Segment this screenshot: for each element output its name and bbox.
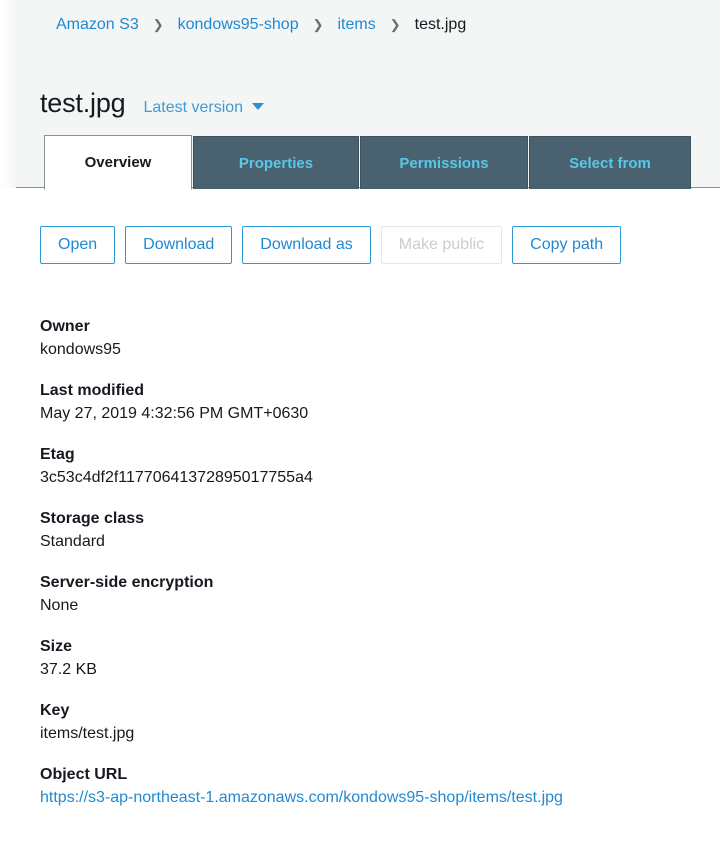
breadcrumb-separator-icon: ❯ — [312, 17, 324, 32]
breadcrumb-item-current: test.jpg — [414, 16, 467, 33]
breadcrumb-separator-icon: ❯ — [389, 17, 401, 32]
field-last-modified-value: May 27, 2019 4:32:56 PM GMT+0630 — [40, 405, 309, 422]
field-size-label: Size — [40, 638, 73, 655]
chevron-down-icon — [252, 102, 265, 110]
title-row: test.jpg Latest version — [40, 70, 265, 137]
field-etag-label: Etag — [40, 446, 75, 463]
field-object-url-label: Object URL — [40, 766, 128, 783]
field-storage-class: Storage class Standard — [40, 508, 690, 553]
tab-properties[interactable]: Properties — [193, 136, 359, 189]
tab-overview-label: Overview — [84, 154, 152, 171]
field-owner: Owner kondows95 — [40, 316, 690, 361]
tab-overview[interactable]: Overview — [44, 135, 192, 190]
object-details: Owner kondows95 Last modified May 27, 20… — [40, 316, 690, 809]
tab-properties-label: Properties — [238, 154, 314, 172]
field-last-modified-label: Last modified — [40, 382, 145, 399]
breadcrumb-item-folder[interactable]: items — [338, 12, 376, 38]
field-key-label: Key — [40, 702, 70, 719]
field-size: Size 37.2 KB — [40, 636, 690, 681]
tab-select-from-label: Select from — [569, 154, 651, 172]
field-owner-label: Owner — [40, 318, 90, 335]
field-server-side-encryption-value: None — [40, 597, 79, 614]
field-etag-value: 3c53c4df2f11770641372895017755a4 — [40, 469, 313, 486]
breadcrumb: Amazon S3 ❯ kondows95-shop ❯ items ❯ tes… — [56, 12, 466, 38]
breadcrumb-separator-icon: ❯ — [152, 17, 164, 32]
action-button-row: Open Download Download as Make public Co… — [40, 226, 631, 264]
download-button[interactable]: Download — [125, 226, 233, 264]
field-owner-value: kondows95 — [40, 341, 121, 358]
open-button[interactable]: Open — [40, 226, 116, 264]
field-last-modified: Last modified May 27, 2019 4:32:56 PM GM… — [40, 380, 690, 425]
copy-path-button[interactable]: Copy path — [512, 226, 622, 264]
field-object-url-value[interactable]: https://s3-ap-northeast-1.amazonaws.com/… — [40, 789, 563, 806]
breadcrumb-item-amazon-s3[interactable]: Amazon S3 — [56, 12, 139, 38]
breadcrumb-item-bucket[interactable]: kondows95-shop — [178, 12, 299, 38]
tab-permissions-label: Permissions — [399, 154, 489, 172]
field-key-value: items/test.jpg — [40, 725, 135, 742]
make-public-button: Make public — [380, 226, 503, 264]
tab-bar: Overview Properties Permissions Select f… — [44, 134, 692, 190]
field-server-side-encryption-label: Server-side encryption — [40, 574, 214, 591]
left-rail — [0, 0, 16, 188]
page-title: test.jpg — [40, 88, 126, 119]
field-storage-class-value: Standard — [40, 533, 105, 550]
tab-select-from[interactable]: Select from — [529, 136, 691, 189]
field-object-url: Object URL https://s3-ap-northeast-1.ama… — [40, 764, 690, 809]
field-etag: Etag 3c53c4df2f11770641372895017755a4 — [40, 444, 690, 489]
field-size-value: 37.2 KB — [40, 661, 97, 678]
field-key: Key items/test.jpg — [40, 700, 690, 745]
tab-permissions[interactable]: Permissions — [360, 136, 528, 189]
version-selector[interactable]: Latest version — [143, 99, 265, 117]
version-selector-label: Latest version — [143, 99, 244, 117]
field-storage-class-label: Storage class — [40, 510, 145, 527]
download-as-button[interactable]: Download as — [242, 226, 371, 264]
field-server-side-encryption: Server-side encryption None — [40, 572, 690, 617]
